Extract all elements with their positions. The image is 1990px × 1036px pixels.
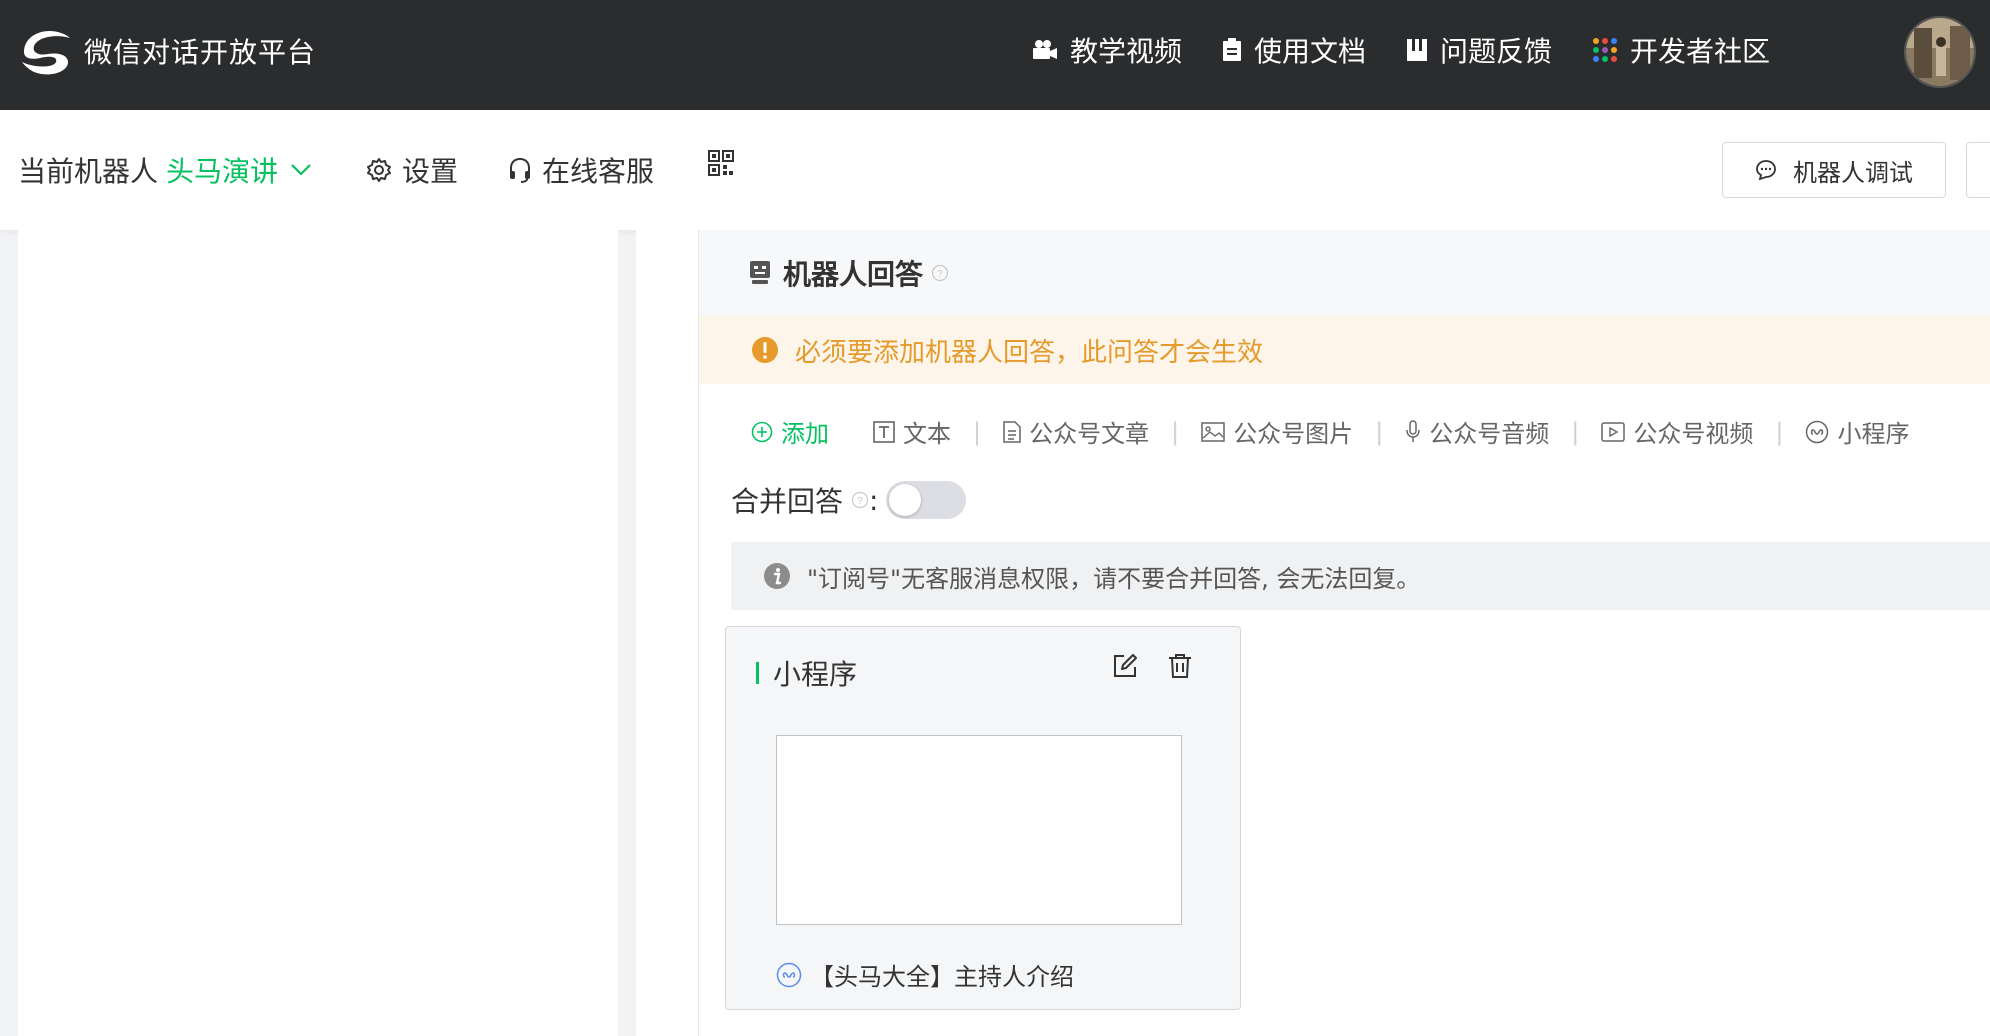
topnav-tutorial-videos[interactable]: 教学视频 [1032, 30, 1182, 70]
tool-label: 公众号图片 [1233, 420, 1354, 448]
settings-label: 设置 [402, 155, 459, 188]
tool-label: 小程序 [1837, 420, 1910, 448]
merge-label: 合并回答 [731, 485, 844, 518]
tool-label: 公众号视频 [1633, 420, 1754, 448]
play-box-icon [1601, 421, 1626, 442]
card-accent-bar [756, 662, 759, 684]
chevron-down-icon [291, 164, 311, 176]
miniprogram-icon [1806, 420, 1829, 443]
chat-bubble-icon [1756, 160, 1776, 181]
bot-debug-label: 机器人调试 [1793, 158, 1913, 187]
topnav-label: 使用文档 [1254, 35, 1367, 68]
current-bot-label: 当前机器人 [18, 155, 159, 188]
section-header: 机器人回答 ? [699, 230, 1990, 316]
separator: | [1775, 417, 1784, 446]
info-text: "订阅号"无客服消息权限，请不要合并回答, 会无法回复。 [807, 564, 1421, 593]
online-service-button[interactable]: 在线客服 [508, 150, 654, 190]
trash-icon[interactable] [1168, 653, 1192, 679]
robot-icon [750, 261, 770, 284]
tool-video[interactable]: 公众号视频 [1601, 414, 1753, 449]
community-grid-icon [1593, 38, 1618, 62]
warning-icon [752, 337, 778, 363]
miniprogram-info: 【头马大全】主持人介绍 [776, 957, 1074, 992]
add-answer-button[interactable]: 添加 [751, 414, 829, 449]
document-icon [1223, 38, 1242, 61]
add-label: 添加 [781, 420, 829, 448]
warning-text: 必须要添加机器人回答，此问答才会生效 [795, 337, 1264, 368]
main-panel: 机器人回答 ? 必须要添加机器人回答，此问答才会生效 添加 文本 | 公众号文章… [698, 230, 1990, 1036]
settings-button[interactable]: 设置 [366, 150, 458, 190]
merge-toggle[interactable] [886, 481, 967, 519]
merge-colon: : [869, 483, 879, 517]
warning-banner: 必须要添加机器人回答，此问答才会生效 [699, 316, 1990, 384]
help-icon[interactable]: ? [851, 491, 869, 509]
tool-label: 文本 [903, 420, 951, 448]
feedback-icon [1407, 39, 1428, 61]
topnav-label: 问题反馈 [1440, 35, 1553, 68]
topnav-docs[interactable]: 使用文档 [1222, 30, 1366, 70]
tool-audio[interactable]: 公众号音频 [1405, 414, 1549, 449]
toggle-knob [889, 484, 922, 516]
topnav-community[interactable]: 开发者社区 [1592, 30, 1770, 70]
tool-label: 公众号文章 [1029, 420, 1150, 448]
answer-type-toolbar: 添加 文本 | 公众号文章 | 公众号图片 | 公众号音频 | 公众号视频 | … [751, 414, 1909, 449]
partial-button[interactable] [1966, 142, 1990, 198]
bot-selector[interactable]: 当前机器人 头马演讲 [18, 150, 312, 190]
separator: | [1171, 417, 1180, 446]
top-nav: 教学视频 使用文档 问题反馈 开发者社区 [1032, 30, 1810, 70]
text-box-icon [873, 420, 895, 443]
platform-logo-icon [22, 30, 70, 75]
sub-bar: 当前机器人 头马演讲 设置 在线客服 机器人调试 [0, 110, 1990, 230]
topnav-label: 教学视频 [1070, 35, 1183, 68]
avatar-image [1906, 18, 1974, 86]
tool-text[interactable]: 文本 [873, 414, 951, 449]
tool-miniprogram[interactable]: 小程序 [1805, 414, 1909, 449]
online-service-label: 在线客服 [542, 155, 655, 188]
left-panel [18, 230, 618, 1036]
image-icon [1201, 421, 1225, 442]
section-title: 机器人回答 [783, 258, 924, 291]
tool-label: 公众号音频 [1429, 420, 1550, 448]
brand[interactable]: 微信对话开放平台 [18, 26, 316, 76]
tool-image[interactable]: 公众号图片 [1201, 414, 1353, 449]
separator: | [1571, 417, 1580, 446]
plus-circle-icon [751, 421, 773, 442]
topnav-label: 开发者社区 [1630, 35, 1771, 68]
user-avatar[interactable] [1904, 16, 1976, 88]
qrcode-icon [708, 150, 734, 176]
topnav-feedback[interactable]: 问题反馈 [1406, 30, 1552, 70]
svg-text:?: ? [937, 269, 943, 280]
miniprogram-icon [776, 962, 802, 987]
tool-article[interactable]: 公众号文章 [1003, 414, 1149, 449]
top-bar: 微信对话开放平台 教学视频 使用文档 问题反馈 开发者社区 [0, 0, 1990, 110]
microphone-icon [1406, 419, 1421, 442]
video-camera-icon [1033, 40, 1057, 59]
separator: | [1375, 417, 1384, 446]
info-icon [764, 563, 790, 589]
divider-strip [636, 230, 698, 1036]
brand-name: 微信对话开放平台 [84, 36, 317, 69]
headset-icon [510, 157, 530, 183]
article-icon [1003, 420, 1021, 443]
separator: | [973, 417, 982, 446]
gear-icon [367, 158, 391, 182]
card-title: 小程序 [756, 653, 857, 693]
miniprogram-answer-card: 小程序 【头马大全】主持人介绍 [725, 626, 1241, 1010]
svg-text:?: ? [857, 496, 863, 507]
bot-debug-button[interactable]: 机器人调试 [1722, 142, 1946, 198]
edit-icon[interactable] [1112, 653, 1138, 679]
card-title-text: 小程序 [773, 658, 858, 691]
miniprogram-preview [776, 735, 1182, 925]
current-bot-name: 头马演讲 [166, 155, 279, 188]
help-icon[interactable]: ? [931, 264, 949, 282]
qrcode-button[interactable] [708, 150, 744, 176]
info-banner: "订阅号"无客服消息权限，请不要合并回答, 会无法回复。 [731, 542, 1990, 610]
merge-answer-row: 合并回答 ? : [731, 480, 967, 520]
miniprogram-name: 【头马大全】主持人介绍 [810, 963, 1074, 991]
